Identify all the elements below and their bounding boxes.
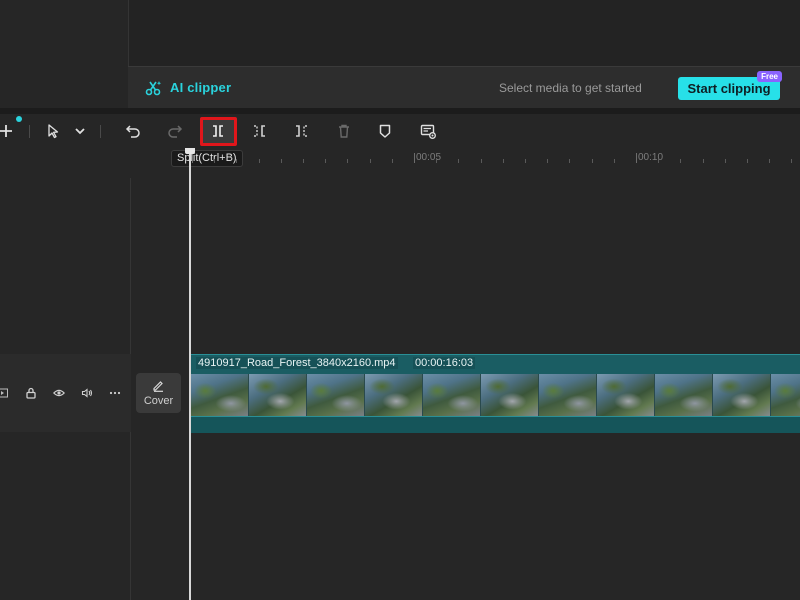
ai-clipper-hint: Select media to get started: [499, 81, 642, 95]
ruler-tick: [347, 159, 349, 163]
toolbar-separator: [29, 125, 30, 138]
ruler-tick: [702, 159, 704, 163]
clip-thumbnail: [771, 374, 800, 416]
clip-thumbnail: [597, 374, 655, 416]
clip-thumbnail: [307, 374, 365, 416]
clip-audio-strip: [191, 416, 800, 433]
ruler-tick: [591, 159, 593, 163]
playhead[interactable]: [189, 148, 191, 600]
free-badge: Free: [757, 71, 782, 82]
eye-icon[interactable]: [52, 386, 66, 400]
start-clipping-button[interactable]: Start clipping Free: [678, 71, 782, 100]
split-icon[interactable]: [206, 119, 230, 143]
undo-icon[interactable]: [121, 119, 145, 143]
clip-filename: 4910917_Road_Forest_3840x2160.mp4: [196, 357, 398, 369]
clip-thumbnail: [655, 374, 713, 416]
video-clip[interactable]: 4910917_Road_Forest_3840x2160.mp4 00:00:…: [191, 354, 800, 433]
clip-thumbnail: [481, 374, 539, 416]
pointer-icon[interactable]: [41, 119, 65, 143]
ruler-tick: [613, 159, 615, 163]
chevron-down-icon[interactable]: [68, 119, 92, 143]
split-left-icon[interactable]: [248, 119, 272, 143]
ruler-tick: [658, 159, 660, 163]
timeline-ruler[interactable]: 00:05 00:10: [190, 148, 800, 170]
clip-thumbnail: [423, 374, 481, 416]
ruler-tick: [569, 159, 571, 163]
ruler-tick: [192, 153, 193, 163]
ruler-tick: [236, 159, 238, 163]
notification-dot: [16, 116, 22, 122]
cover-label: Cover: [143, 395, 174, 407]
ruler-tick: [458, 159, 460, 163]
ruler-tick: [724, 159, 726, 163]
clip-thumbnail: [191, 374, 249, 416]
ruler-tick: [280, 159, 282, 163]
clip-thumbnails: [191, 374, 800, 416]
ruler-tick: [214, 159, 216, 163]
ruler-tick: [303, 159, 304, 163]
ruler-tick: [480, 159, 482, 163]
toolbar-separator: [100, 125, 101, 138]
more-icon[interactable]: [108, 386, 122, 400]
left-panel: [0, 0, 128, 108]
ai-clipper-bar: AI clipper Select media to get started S…: [128, 66, 800, 108]
ruler-tick: [502, 159, 504, 163]
split-right-icon[interactable]: [289, 119, 313, 143]
ruler-tick: [769, 159, 771, 163]
ruler-tick: [369, 159, 371, 163]
clip-duration: 00:00:16:03: [413, 357, 476, 369]
lock-icon[interactable]: [24, 386, 38, 400]
ruler-tick: [747, 159, 748, 163]
trash-icon[interactable]: [332, 119, 356, 143]
plus-icon[interactable]: [0, 119, 18, 143]
ruler-label: 00:10: [638, 152, 664, 163]
scissors-sparkle-icon: [144, 79, 162, 97]
ruler-tick: [325, 159, 327, 163]
clip-thumbnail: [539, 374, 597, 416]
volume-icon[interactable]: [80, 386, 94, 400]
ruler-tick: [436, 159, 438, 163]
ruler-tick: [680, 159, 682, 163]
video-track-icon[interactable]: [0, 386, 10, 400]
ruler-label: 00:05: [416, 152, 442, 163]
ruler-tick: [391, 159, 393, 163]
ruler-tick: [258, 159, 260, 163]
ruler-tick: [547, 159, 549, 163]
ruler-tick: [636, 153, 637, 163]
clip-thumbnail: [365, 374, 423, 416]
start-clipping-label: Start clipping: [687, 81, 771, 96]
ruler-tick: [791, 159, 793, 163]
clip-thumbnail: [249, 374, 307, 416]
redo-icon[interactable]: [163, 119, 187, 143]
record-icon[interactable]: [416, 119, 440, 143]
playhead-handle[interactable]: [185, 148, 195, 154]
timeline-toolbar: [0, 114, 800, 148]
marker-icon[interactable]: [373, 119, 397, 143]
cover-button[interactable]: Cover: [136, 373, 181, 413]
edit-icon: [153, 381, 163, 392]
clip-thumbnail: [713, 374, 771, 416]
ai-clipper-title: AI clipper: [170, 80, 232, 95]
ruler-tick: [414, 153, 415, 163]
ruler-tick: [525, 159, 526, 163]
